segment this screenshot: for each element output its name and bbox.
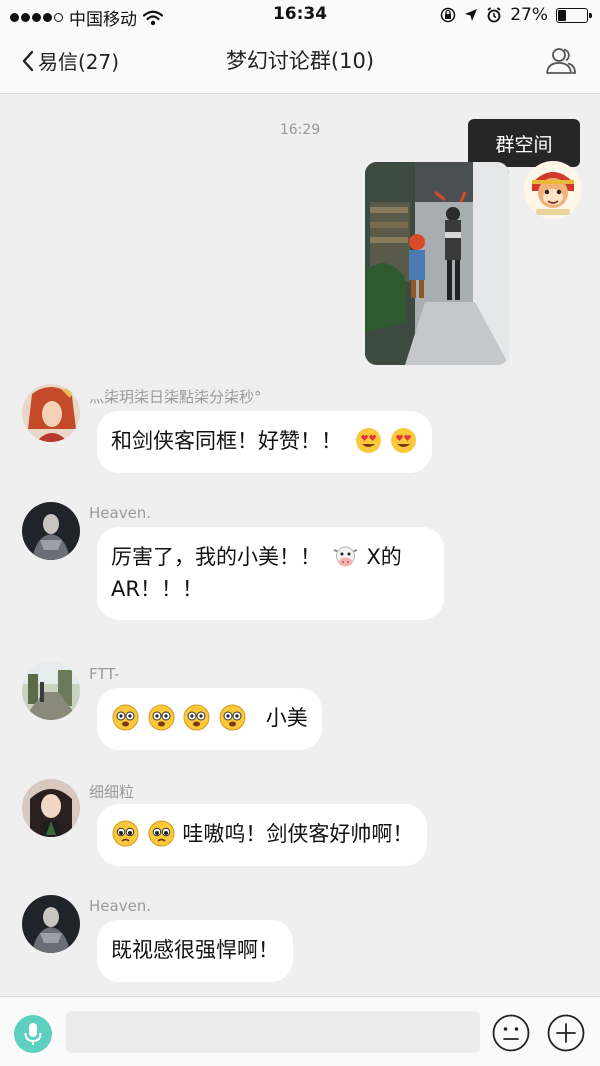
heart-eyes-emoji-icon [355, 427, 382, 454]
sender-avatar[interactable] [22, 779, 80, 837]
message-bubble[interactable]: 厉害了，我的小美！！ X的 AR！！！ [97, 527, 444, 620]
chat-area[interactable]: 16:29 群空间 灬柒玥柒日柒點柒分柒秒° 和剑侠客同框！好赞！！ Heave… [0, 95, 600, 995]
message-text: X的 [366, 545, 402, 569]
sender-avatar[interactable] [22, 895, 80, 953]
message-input[interactable] [66, 1011, 480, 1053]
message-text: 厉害了，我的小美！！ [111, 545, 321, 569]
sender-avatar[interactable] [22, 502, 80, 560]
message-bubble[interactable]: 哇嗷呜！剑侠客好帅啊！ [97, 804, 428, 866]
status-right: 27% [440, 5, 592, 25]
sender-avatar[interactable] [22, 662, 80, 720]
photo-message[interactable] [365, 162, 509, 365]
chevron-left-icon [22, 50, 34, 71]
message-bubble[interactable]: 既视感很强悍啊！ [97, 920, 293, 982]
cow-face-emoji-icon [332, 543, 359, 570]
input-bar [0, 996, 600, 1066]
alarm-icon [487, 7, 501, 23]
emoji-button[interactable] [492, 1014, 530, 1052]
my-avatar[interactable] [524, 161, 582, 219]
group-members-icon[interactable] [544, 44, 578, 78]
sender-avatar[interactable] [22, 384, 80, 442]
pleading-emoji-icon [148, 820, 175, 847]
group-space-button[interactable]: 群空间 [468, 119, 580, 167]
pleading-emoji-icon [112, 820, 139, 847]
message-text: 既视感很强悍啊！ [111, 938, 279, 962]
back-label: 易信(27) [38, 50, 120, 74]
message-bubble[interactable]: 和剑侠客同框！好赞！！ [97, 411, 433, 473]
flushed-emoji-icon [112, 704, 139, 731]
message-text: 哇嗷呜！剑侠客好帅啊！ [182, 822, 414, 846]
sender-name: 细细粒 [89, 783, 135, 801]
sender-name: 灬柒玥柒日柒點柒分柒秒° [89, 388, 262, 406]
more-options-button[interactable] [547, 1014, 585, 1052]
message-bubble[interactable]: 小美 [97, 688, 322, 750]
message-text: 小美 [265, 706, 308, 730]
battery-percent: 27% [510, 5, 548, 25]
status-bar: 中国移动 16:34 27% [0, 0, 600, 30]
flushed-emoji-icon [183, 704, 210, 731]
sender-name: FTT- [89, 665, 120, 683]
battery-fill [558, 9, 566, 21]
voice-input-button[interactable] [14, 1015, 52, 1053]
back-button[interactable]: 易信(27) [22, 46, 119, 75]
location-arrow-icon [465, 9, 478, 21]
sender-name: Heaven. [89, 504, 152, 522]
nav-bar: 易信(27) 梦幻讨论群(10) [0, 30, 600, 94]
flushed-emoji-icon [219, 704, 246, 731]
microphone-icon [24, 1023, 42, 1045]
heart-eyes-emoji-icon [390, 427, 417, 454]
battery-icon [556, 7, 592, 23]
message-text: AR！！！ [111, 576, 203, 601]
message-text: 和剑侠客同框！好赞！！ [111, 429, 342, 453]
sender-name: Heaven. [89, 897, 152, 915]
flushed-emoji-icon [148, 704, 175, 731]
rotation-lock-icon [440, 7, 456, 23]
